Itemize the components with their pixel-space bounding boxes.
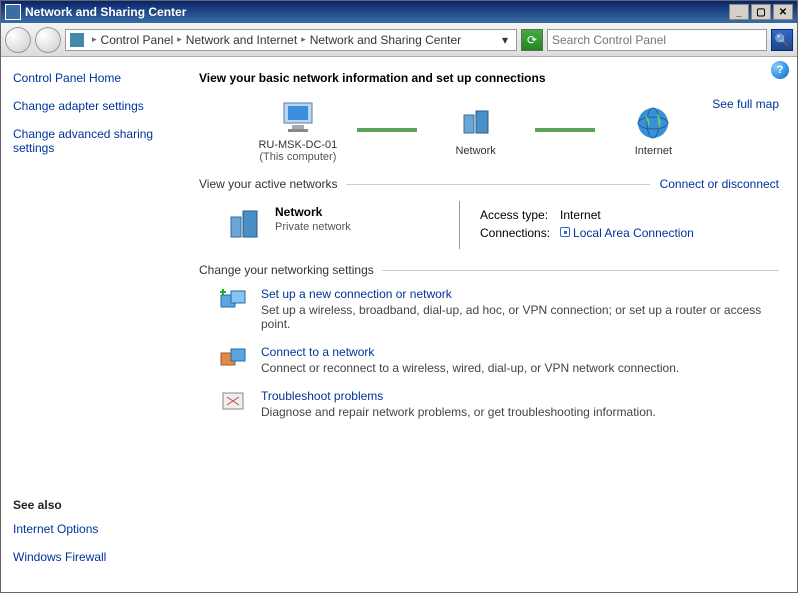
map-internet: Internet (595, 103, 713, 157)
chevron-right-icon[interactable]: ▸ (177, 34, 182, 45)
titlebar: Network and Sharing Center _ ▢ ✕ (1, 1, 797, 23)
troubleshoot-icon (219, 389, 249, 417)
maximize-button[interactable]: ▢ (751, 4, 771, 20)
network-name: Network (275, 205, 322, 219)
see-also-heading: See also (13, 498, 179, 512)
map-this-label: RU-MSK-DC-01 (258, 139, 337, 151)
map-network-label: Network (455, 145, 495, 157)
control-panel-home-link[interactable]: Control Panel Home (13, 71, 179, 85)
connect-disconnect-link[interactable]: Connect or disconnect (660, 177, 779, 191)
connections-label: Connections: (480, 225, 558, 241)
see-also: See also Internet Options Windows Firewa… (13, 498, 179, 578)
task-connect-network: Connect to a network Connect or reconnec… (219, 345, 779, 375)
network-map: RU-MSK-DC-01 (This computer) Network Int… (239, 97, 712, 163)
app-icon (5, 4, 21, 20)
back-button[interactable] (5, 27, 31, 53)
map-connector-icon (357, 128, 417, 132)
task-connect-desc: Connect or reconnect to a wireless, wire… (261, 361, 679, 375)
breadcrumb-item[interactable]: Network and Internet (186, 33, 297, 47)
page-title: View your basic network information and … (199, 71, 779, 85)
network-icon (225, 205, 265, 245)
chevron-right-icon[interactable]: ▸ (92, 34, 97, 45)
search-input[interactable] (548, 33, 766, 47)
main-pane: ? View your basic network information an… (191, 57, 797, 592)
globe-icon (631, 103, 675, 143)
toolbar: ▸ Control Panel ▸ Network and Internet ▸… (1, 23, 797, 57)
forward-button[interactable] (35, 27, 61, 53)
left-nav: Control Panel Home Change adapter settin… (1, 57, 191, 592)
minimize-button[interactable]: _ (729, 4, 749, 20)
task-troubleshoot-desc: Diagnose and repair network problems, or… (261, 405, 656, 419)
network-details: Access type: Internet Connections: Local… (459, 201, 704, 249)
connect-network-icon (219, 345, 249, 373)
active-networks-header: View your active networks Connect or dis… (199, 177, 779, 191)
map-this-sub: (This computer) (259, 151, 336, 163)
network-summary: Network Private network (199, 201, 459, 249)
task-setup-link[interactable]: Set up a new connection or network (261, 287, 452, 301)
change-adapter-link[interactable]: Change adapter settings (13, 99, 179, 113)
chevron-down-icon[interactable]: ▾ (498, 33, 512, 47)
search-button[interactable]: 🔍 (771, 29, 793, 51)
map-internet-label: Internet (635, 145, 672, 157)
active-network-row: Network Private network Access type: Int… (199, 201, 779, 249)
access-type-label: Access type: (480, 207, 558, 223)
task-troubleshoot: Troubleshoot problems Diagnose and repai… (219, 389, 779, 419)
map-network: Network (417, 103, 535, 157)
connection-link[interactable]: Local Area Connection (573, 226, 694, 240)
window-title: Network and Sharing Center (25, 5, 186, 19)
breadcrumb[interactable]: ▸ Control Panel ▸ Network and Internet ▸… (65, 29, 517, 51)
network-icon (454, 103, 498, 143)
change-settings-header: Change your networking settings (199, 263, 779, 277)
breadcrumb-item[interactable]: Network and Sharing Center (310, 33, 461, 47)
search-box (547, 29, 767, 51)
windows-firewall-link[interactable]: Windows Firewall (13, 550, 179, 564)
setup-connection-icon (219, 287, 249, 315)
ethernet-icon (560, 227, 570, 237)
breadcrumb-item[interactable]: Control Panel (101, 33, 174, 47)
help-icon[interactable]: ? (771, 61, 789, 79)
access-type-value: Internet (560, 207, 702, 223)
task-setup-connection: Set up a new connection or network Set u… (219, 287, 779, 331)
refresh-button[interactable]: ⟳ (521, 29, 543, 51)
network-type: Private network (275, 221, 351, 233)
map-this-computer: RU-MSK-DC-01 (This computer) (239, 97, 357, 163)
close-button[interactable]: ✕ (773, 4, 793, 20)
task-connect-link[interactable]: Connect to a network (261, 345, 374, 359)
computer-icon (276, 97, 320, 137)
map-connector-icon (535, 128, 595, 132)
change-advanced-sharing-link[interactable]: Change advanced sharing settings (13, 127, 179, 155)
task-troubleshoot-link[interactable]: Troubleshoot problems (261, 389, 383, 403)
internet-options-link[interactable]: Internet Options (13, 522, 179, 536)
task-setup-desc: Set up a wireless, broadband, dial-up, a… (261, 303, 779, 331)
see-full-map-link[interactable]: See full map (712, 97, 779, 111)
location-icon (70, 33, 84, 47)
chevron-right-icon[interactable]: ▸ (301, 34, 306, 45)
